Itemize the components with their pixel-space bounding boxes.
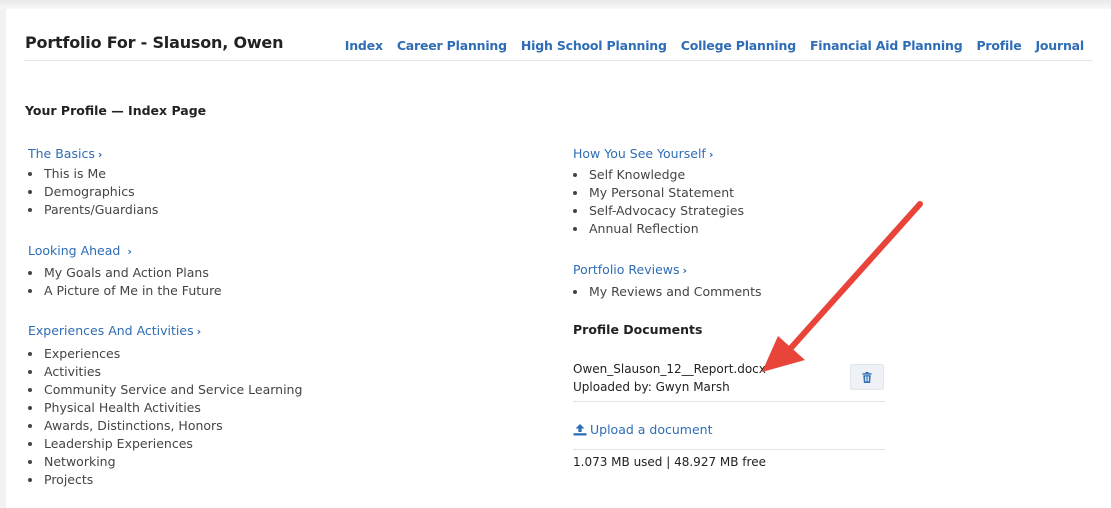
- profile-documents-heading: Profile Documents: [573, 322, 703, 337]
- chevron-right-icon: ›: [708, 148, 714, 161]
- nav-index[interactable]: Index: [345, 38, 383, 53]
- top-shadow: [0, 0, 1111, 9]
- upload-divider: [573, 449, 885, 450]
- section-link-looking-ahead[interactable]: Looking Ahead ›: [28, 243, 132, 258]
- chevron-right-icon: ›: [196, 325, 202, 338]
- list-item: Self-Advocacy Strategies: [551, 202, 744, 220]
- list-item: My Goals and Action Plans: [6, 264, 222, 282]
- section-title: Portfolio Reviews: [573, 262, 680, 277]
- document-uploaded-by: Uploaded by: Gwyn Marsh: [573, 380, 730, 394]
- trash-icon: [862, 371, 872, 383]
- portfolio-title: Portfolio For - Slauson, Owen: [25, 33, 284, 52]
- list-item: Projects: [6, 471, 302, 489]
- list-item: Awards, Distinctions, Honors: [6, 417, 302, 435]
- document-file-name: Owen_Slauson_12__Report.docx: [573, 362, 766, 376]
- upload-document-link[interactable]: Upload a document: [573, 422, 712, 437]
- nav-profile[interactable]: Profile: [976, 38, 1021, 53]
- list-item: Self Knowledge: [551, 166, 744, 184]
- list-item: Networking: [6, 453, 302, 471]
- list-item: Annual Reflection: [551, 220, 744, 238]
- storage-usage: 1.073 MB used | 48.927 MB free: [573, 455, 766, 469]
- experiences-list: Experiences Activities Community Service…: [6, 345, 302, 489]
- upload-label: Upload a document: [590, 422, 713, 437]
- list-item: Experiences: [6, 345, 302, 363]
- looking-ahead-list: My Goals and Action Plans A Picture of M…: [6, 264, 222, 300]
- section-link-how-you-see-yourself[interactable]: How You See Yourself ›: [573, 146, 713, 161]
- header-divider: [24, 60, 1093, 61]
- nav-journal[interactable]: Journal: [1035, 38, 1084, 53]
- chevron-right-icon: ›: [127, 245, 132, 258]
- nav-high-school-planning[interactable]: High School Planning: [521, 38, 667, 53]
- nav-college-planning[interactable]: College Planning: [681, 38, 796, 53]
- delete-document-button[interactable]: [850, 364, 884, 390]
- list-item: My Reviews and Comments: [551, 283, 762, 301]
- list-item: This is Me: [6, 165, 158, 183]
- section-link-the-basics[interactable]: The Basics ›: [28, 146, 102, 161]
- page-heading: Your Profile — Index Page: [25, 103, 207, 118]
- section-title: The Basics: [28, 146, 95, 161]
- list-item: My Personal Statement: [551, 184, 744, 202]
- nav-career-planning[interactable]: Career Planning: [397, 38, 507, 53]
- section-link-experiences-and-activities[interactable]: Experiences And Activities ›: [28, 323, 201, 338]
- section-title: Looking Ahead: [28, 243, 121, 258]
- list-item: Parents/Guardians: [6, 201, 158, 219]
- chevron-right-icon: ›: [97, 148, 103, 161]
- upload-icon: [573, 423, 587, 435]
- chevron-right-icon: ›: [682, 264, 688, 277]
- top-nav: Index Career Planning High School Planni…: [345, 38, 1084, 53]
- section-title: How You See Yourself: [573, 146, 706, 161]
- list-item: Activities: [6, 363, 302, 381]
- section-title: Experiences And Activities: [28, 323, 194, 338]
- how-you-see-yourself-list: Self Knowledge My Personal Statement Sel…: [551, 166, 744, 238]
- list-item: Community Service and Service Learning: [6, 381, 302, 399]
- section-link-portfolio-reviews[interactable]: Portfolio Reviews ›: [573, 262, 687, 277]
- nav-financial-aid-planning[interactable]: Financial Aid Planning: [810, 38, 963, 53]
- document-divider: [573, 401, 885, 402]
- portfolio-reviews-list: My Reviews and Comments: [551, 283, 762, 301]
- the-basics-list: This is Me Demographics Parents/Guardian…: [6, 165, 158, 219]
- list-item: A Picture of Me in the Future: [6, 282, 222, 300]
- list-item: Leadership Experiences: [6, 435, 302, 453]
- list-item: Physical Health Activities: [6, 399, 302, 417]
- list-item: Demographics: [6, 183, 158, 201]
